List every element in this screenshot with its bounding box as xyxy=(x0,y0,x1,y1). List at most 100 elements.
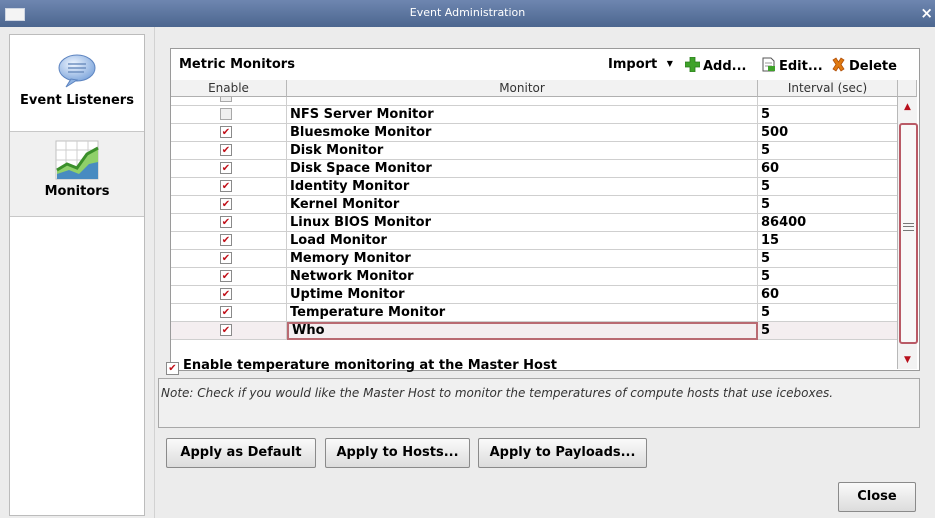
enable-cell: ✔ xyxy=(171,214,287,232)
enable-cell: ✔ xyxy=(171,124,287,142)
sidebar-item-monitors[interactable]: Monitors xyxy=(10,131,144,217)
delete-x-icon xyxy=(831,57,846,76)
sidebar-item-label: Monitors xyxy=(44,184,110,199)
enable-cell: ✔ xyxy=(171,286,287,304)
monitor-name-cell[interactable]: Disk Monitor xyxy=(287,142,758,160)
interval-cell[interactable]: 5 xyxy=(758,106,898,124)
interval-cell-clipped xyxy=(758,97,898,106)
apply-to-hosts-button[interactable]: Apply to Hosts... xyxy=(325,438,470,468)
monitor-name-cell[interactable]: Linux BIOS Monitor xyxy=(287,214,758,232)
table-row[interactable]: NFS Server Monitor 5 xyxy=(171,106,898,124)
enable-checkbox[interactable]: ✔ xyxy=(220,252,232,264)
interval-cell[interactable]: 60 xyxy=(758,160,898,178)
table-row[interactable]: ✔ Uptime Monitor 60 xyxy=(171,286,898,304)
enable-checkbox[interactable]: ✔ xyxy=(220,198,232,210)
sidebar-item-label: Event Listeners xyxy=(20,93,134,108)
interval-cell[interactable]: 5 xyxy=(758,268,898,286)
table-row[interactable]: ✔ Kernel Monitor 5 xyxy=(171,196,898,214)
table-row[interactable]: ✔ Disk Space Monitor 60 xyxy=(171,160,898,178)
edit-button[interactable]: Edit... xyxy=(762,57,823,76)
enable-cell: ✔ xyxy=(171,196,287,214)
table-row[interactable]: ✔ Bluesmoke Monitor 500 xyxy=(171,124,898,142)
table-row[interactable]: ✔ Identity Monitor 5 xyxy=(171,178,898,196)
title-bar: Event Administration × xyxy=(0,0,935,27)
add-button[interactable]: Add... xyxy=(684,56,747,76)
enable-checkbox[interactable]: ✔ xyxy=(220,324,232,336)
monitor-name-cell[interactable]: Disk Space Monitor xyxy=(287,160,758,178)
enable-checkbox[interactable]: ✔ xyxy=(220,288,232,300)
enable-checkbox[interactable]: ✔ xyxy=(220,126,232,138)
monitor-name-cell[interactable]: Kernel Monitor xyxy=(287,196,758,214)
column-header-monitor[interactable]: Monitor xyxy=(287,80,758,97)
close-button[interactable]: Close xyxy=(838,482,916,512)
delete-button[interactable]: Delete xyxy=(831,57,897,76)
interval-cell[interactable]: 5 xyxy=(758,250,898,268)
interval-cell[interactable]: 5 xyxy=(758,178,898,196)
monitor-name-cell[interactable]: Identity Monitor xyxy=(287,178,758,196)
dialog-body: Event Listeners Monitors Metric Monitors… xyxy=(0,27,935,518)
apply-to-payloads-button[interactable]: Apply to Payloads... xyxy=(478,438,647,468)
table-scrollbar[interactable]: ▲ ▼ xyxy=(897,97,918,369)
window-title: Event Administration xyxy=(409,6,526,19)
monitor-name-cell[interactable]: Memory Monitor xyxy=(287,250,758,268)
monitor-name-cell[interactable]: Load Monitor xyxy=(287,232,758,250)
sidebar-item-event-listeners[interactable]: Event Listeners xyxy=(10,45,144,131)
scroll-thumb[interactable] xyxy=(899,123,918,344)
scroll-down-arrow-icon[interactable]: ▼ xyxy=(898,353,917,368)
enable-checkbox[interactable]: ✔ xyxy=(220,234,232,246)
import-menu[interactable]: Import ▼ xyxy=(608,57,673,72)
enable-checkbox[interactable] xyxy=(220,97,232,102)
enable-checkbox[interactable]: ✔ xyxy=(220,162,232,174)
interval-cell[interactable]: 60 xyxy=(758,286,898,304)
interval-cell[interactable]: 5 xyxy=(758,322,898,340)
monitor-name-cell[interactable]: Bluesmoke Monitor xyxy=(287,124,758,142)
enable-cell: ✔ xyxy=(171,268,287,286)
interval-cell[interactable]: 86400 xyxy=(758,214,898,232)
speech-bubble-icon xyxy=(57,53,97,89)
table-row[interactable]: ✔ Memory Monitor 5 xyxy=(171,250,898,268)
monitor-name-cell[interactable]: Network Monitor xyxy=(287,268,758,286)
temperature-monitoring-option[interactable]: ✔ Enable temperature monitoring at the Ma… xyxy=(166,358,557,375)
edit-document-icon xyxy=(762,57,776,76)
enable-cell: ✔ xyxy=(171,232,287,250)
monitor-name-cell[interactable]: Temperature Monitor xyxy=(287,304,758,322)
panel-header: Metric Monitors Import ▼ Add... Edit... … xyxy=(171,49,919,79)
add-label: Add... xyxy=(703,59,747,74)
table-row[interactable]: ✔ Who 5 xyxy=(171,322,898,340)
interval-cell[interactable]: 5 xyxy=(758,304,898,322)
enable-checkbox[interactable]: ✔ xyxy=(220,306,232,318)
temperature-checkbox[interactable]: ✔ xyxy=(166,362,179,375)
monitor-name-cell[interactable]: Uptime Monitor xyxy=(287,286,758,304)
scroll-up-arrow-icon[interactable]: ▲ xyxy=(898,100,917,115)
grip-icon xyxy=(903,223,914,231)
monitor-name-cell[interactable]: Who xyxy=(287,322,758,340)
apply-as-default-button[interactable]: Apply as Default xyxy=(166,438,316,468)
table-row[interactable]: ✔ Network Monitor 5 xyxy=(171,268,898,286)
interval-cell[interactable]: 500 xyxy=(758,124,898,142)
enable-checkbox[interactable]: ✔ xyxy=(220,144,232,156)
column-header-enable[interactable]: Enable xyxy=(171,80,287,97)
temperature-label: Enable temperature monitoring at the Mas… xyxy=(183,358,557,373)
dropdown-arrow-icon: ▼ xyxy=(666,59,673,68)
interval-cell[interactable]: 15 xyxy=(758,232,898,250)
enable-cell: ✔ xyxy=(171,160,287,178)
note-text: Note: Check if you would like the Master… xyxy=(158,378,920,428)
monitor-name-cell[interactable]: NFS Server Monitor xyxy=(287,106,758,124)
enable-cell xyxy=(171,106,287,124)
edit-label: Edit... xyxy=(779,59,823,74)
column-header-interval[interactable]: Interval (sec) xyxy=(758,80,898,97)
table-row[interactable]: ✔ Disk Monitor 5 xyxy=(171,142,898,160)
plus-icon xyxy=(684,56,701,76)
close-window-icon[interactable]: × xyxy=(920,4,933,22)
interval-cell[interactable]: 5 xyxy=(758,196,898,214)
enable-cell: ✔ xyxy=(171,178,287,196)
enable-checkbox[interactable] xyxy=(220,108,232,120)
enable-checkbox[interactable]: ✔ xyxy=(220,270,232,282)
enable-checkbox[interactable]: ✔ xyxy=(220,180,232,192)
table-row-partial[interactable] xyxy=(171,97,898,106)
table-row[interactable]: ✔ Load Monitor 15 xyxy=(171,232,898,250)
interval-cell[interactable]: 5 xyxy=(758,142,898,160)
enable-checkbox[interactable]: ✔ xyxy=(220,216,232,228)
table-row[interactable]: ✔ Linux BIOS Monitor 86400 xyxy=(171,214,898,232)
table-row[interactable]: ✔ Temperature Monitor 5 xyxy=(171,304,898,322)
